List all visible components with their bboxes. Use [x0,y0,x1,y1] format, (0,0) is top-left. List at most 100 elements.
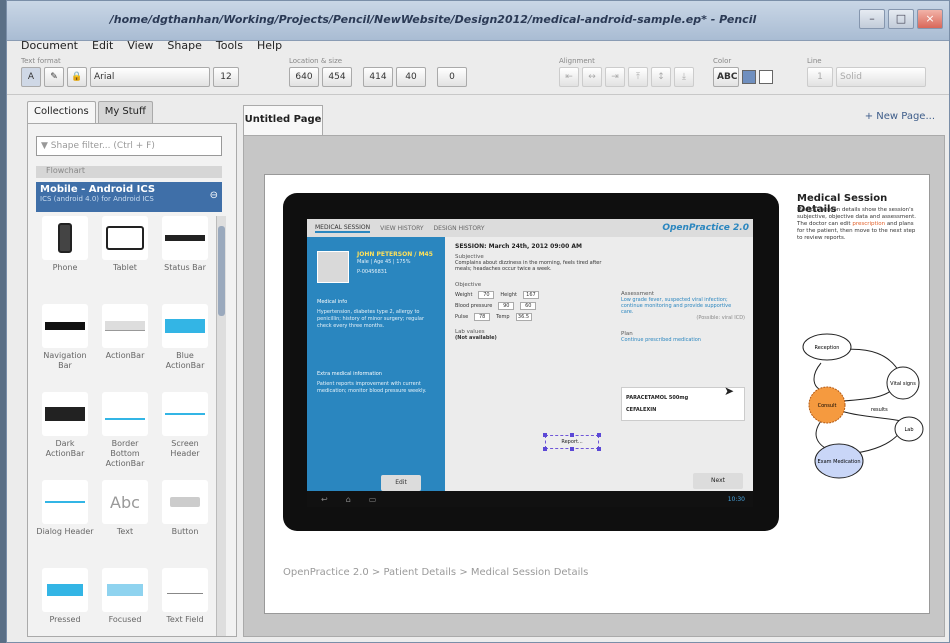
lock-icon[interactable]: 🔒 [67,67,87,87]
mock-tab-design-history[interactable]: DESIGN HISTORY [434,225,485,232]
plan-text[interactable]: Continue prescribed medication [621,337,745,343]
collection-menu-icon[interactable]: ⊖ [210,190,218,201]
back-icon[interactable]: ↩ [321,495,328,504]
shape-grid: Phone Tablet Status Bar Navigation Bar A… [36,216,214,624]
shape-item[interactable]: Dialog Header [36,480,94,564]
shape-item[interactable]: Focused Button [96,568,154,624]
shape-item[interactable]: Status Bar [156,216,214,300]
align-top-icon[interactable]: ⤒ [628,67,648,87]
drawing-canvas[interactable]: MEDICAL SESSION VIEW HISTORY DESIGN HIST… [243,135,945,637]
align-right-icon[interactable]: ⇥ [605,67,625,87]
focused-button-icon [102,568,148,612]
selection-handle[interactable] [543,447,547,451]
mock-logo: OpenPractice 2.0 [662,223,749,233]
tablet-frame[interactable]: MEDICAL SESSION VIEW HISTORY DESIGN HIST… [283,193,779,531]
menu-shape[interactable]: Shape [167,39,201,53]
shape-item[interactable]: Phone [36,216,94,300]
shape-item[interactable]: Screen Header [156,392,214,476]
font-family-select[interactable]: Arial [90,67,210,87]
pulse-field[interactable]: 78 [474,313,491,321]
maximize-button[interactable]: □ [888,9,914,29]
height-field[interactable]: 40 [396,67,426,87]
y-field[interactable]: 454 [322,67,352,87]
mock-tab-medical-session[interactable]: MEDICAL SESSION [315,224,371,233]
shape-scrollbar[interactable] [216,216,226,636]
bp-diastolic-field[interactable]: 60 [520,302,537,310]
new-page-button[interactable]: + New Page... [865,111,935,122]
stroke-color-swatch[interactable] [759,70,773,84]
menu-view[interactable]: View [127,39,153,53]
x-field[interactable]: 640 [289,67,319,87]
scrollbar-thumb[interactable] [218,226,225,316]
selection-handle[interactable] [543,433,547,437]
font-size-field[interactable]: 12 [213,67,239,87]
shape-item[interactable]: Button [156,480,214,564]
mock-edit-button[interactable]: Edit [381,475,421,491]
selection-handle[interactable] [597,447,601,451]
angle-field[interactable]: 0 [437,67,467,87]
shape-item[interactable]: Tablet [96,216,154,300]
selection-handle[interactable] [570,447,574,451]
shape-label: Dark ActionBar [45,439,85,458]
text-format-group: Text format A ✎ 🔒 Arial 12 [21,57,239,88]
menu-tools[interactable]: Tools [216,39,243,53]
line-width-field[interactable]: 1 [807,67,833,87]
width-field[interactable]: 414 [363,67,393,87]
notes-highlight: prescription [852,221,886,227]
collection-flowchart[interactable]: Flowchart [36,166,222,178]
minimize-button[interactable]: – [859,9,885,29]
temp-field[interactable]: 36.5 [515,313,532,321]
menu-document[interactable]: Document [21,39,78,53]
selection-handle[interactable] [570,433,574,437]
fill-color-swatch[interactable] [742,70,756,84]
extra-info-label: Extra medical information [317,371,382,377]
shape-label: Button [171,527,199,536]
align-middle-icon[interactable]: ↕ [651,67,671,87]
align-center-icon[interactable]: ↔ [582,67,602,87]
shape-label: Dialog Header [36,527,94,536]
bp-systolic-field[interactable]: 90 [498,302,515,310]
page-paper[interactable]: MEDICAL SESSION VIEW HISTORY DESIGN HIST… [264,174,930,614]
title-bar[interactable]: /home/dgthanhan/Working/Projects/Pencil/… [7,1,949,41]
shape-label: Status Bar [164,263,206,272]
tab-my-stuff[interactable]: My Stuff [97,101,153,123]
shape-item[interactable]: Abc Text [96,480,154,564]
line-style-select[interactable]: Solid [836,67,926,87]
menu-help[interactable]: Help [257,39,282,53]
text-color-button[interactable]: ABC [713,67,739,87]
tab-collections[interactable]: Collections [27,101,96,123]
phone-icon [42,216,88,260]
menu-edit[interactable]: Edit [92,39,113,53]
tab-untitled-page[interactable]: Untitled Page [243,105,323,135]
shape-item[interactable]: Navigation Bar [36,304,94,388]
node-vital-label: Vital signs [890,381,916,387]
selection-handle[interactable] [597,433,601,437]
recent-apps-icon[interactable]: ▭ [369,495,377,504]
collection-android-ics[interactable]: Mobile - Android ICS ICS (android 4.0) f… [36,182,222,212]
edge-label: results [871,407,888,413]
shape-item[interactable]: Blue ActionBar [156,304,214,388]
shape-item[interactable]: Border Bottom ActionBar [96,392,154,476]
prescription-item: CEFALEXIN [626,407,657,413]
shape-item[interactable]: Text Field [156,568,214,624]
node-reception-label: Reception [815,345,840,351]
weight-field[interactable]: 70 [478,291,495,299]
shape-item[interactable]: ActionBar [96,304,154,388]
align-bottom-icon[interactable]: ⤓ [674,67,694,87]
home-icon[interactable]: ⌂ [346,495,351,504]
pen-tool-icon[interactable]: ✎ [44,67,64,87]
patient-demographics: Male | Age 45 | 175% [357,259,411,265]
align-left-icon[interactable]: ⇤ [559,67,579,87]
border-bottom-actionbar-icon [102,392,148,436]
mock-next-button[interactable]: Next [693,473,743,489]
close-button[interactable]: × [917,9,943,29]
height-field[interactable]: 167 [522,291,539,299]
shape-item[interactable]: Dark ActionBar [36,392,94,476]
shape-item[interactable]: Pressed Button [36,568,94,624]
mock-tab-view-history[interactable]: VIEW HISTORY [380,225,423,232]
text-tool-icon[interactable]: A [21,67,41,87]
actionbar-icon [102,304,148,348]
shape-label: ActionBar [105,351,145,360]
assessment-text[interactable]: Low grade fever, suspected viral infecti… [621,297,745,315]
shape-filter-input[interactable]: ▼ Shape filter... (Ctrl + F) [36,136,222,156]
